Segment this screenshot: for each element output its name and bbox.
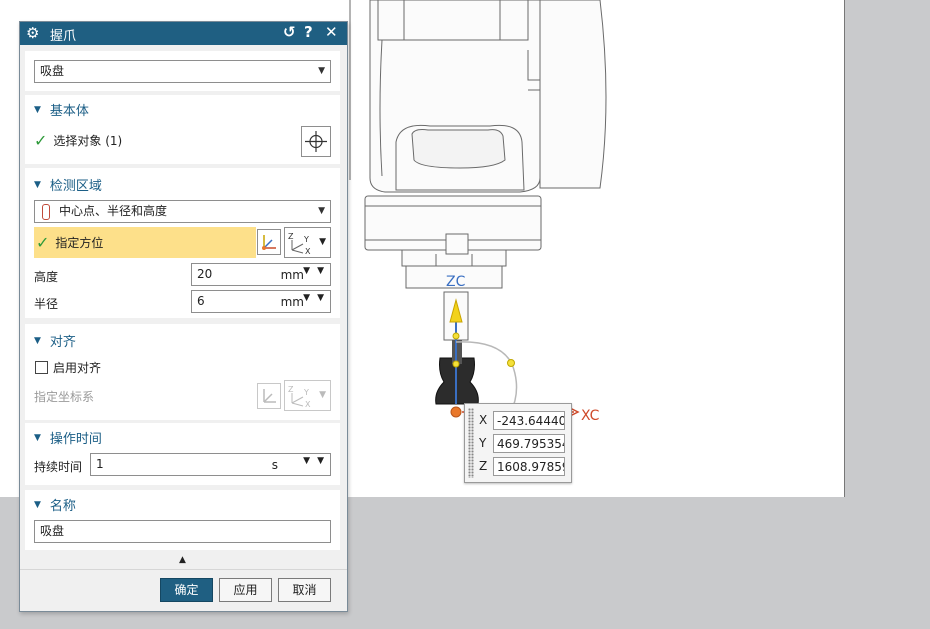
align-section: ▼ 对齐 启用对齐 指定坐标系 Z Y X ▼ (25, 324, 340, 420)
collapse-triangle-icon: ▼ (34, 335, 41, 346)
checkmark-icon: ✓ (34, 131, 48, 150)
coord-z-input[interactable]: 1608.97859 (493, 456, 565, 476)
csys-dialog-button-disabled[interactable] (257, 383, 281, 409)
cancel-button[interactable]: 取消 (278, 578, 331, 602)
axis-label-xc: XC (581, 408, 600, 424)
collapse-dialog-toggle[interactable]: ▲ (25, 553, 340, 568)
apply-button[interactable]: 应用 (219, 578, 272, 602)
section-title-align: 对齐 (49, 335, 76, 350)
collapse-triangle-icon: ▼ (34, 432, 41, 443)
gripper-type-value: 吸盘 (40, 64, 65, 78)
gripper-type-select[interactable]: 吸盘 ▼ (34, 60, 331, 83)
popup-drag-handle[interactable] (468, 408, 474, 478)
unit-chevron-down-icon[interactable]: ▼ (303, 456, 310, 466)
specify-csys-label: 指定坐标系 (34, 390, 95, 404)
csys-type-dropdown[interactable]: Z Y X ▼ (284, 227, 331, 258)
radius-unit: mm (280, 295, 304, 309)
detect-mode-select[interactable]: 中心点、半径和高度 ▼ (34, 200, 331, 223)
svg-text:X: X (305, 400, 311, 409)
height-value: 20 (197, 267, 213, 281)
chevron-up-icon: ▲ (179, 555, 186, 565)
detect-region-section: ▼ 检测区域 中心点、半径和高度 ▼ ✓ 指定方位 Z Y X ▼ 高度 20 … (25, 168, 340, 318)
select-object-button[interactable] (301, 126, 331, 157)
type-card: 吸盘 ▼ (25, 51, 340, 91)
svg-text:Y: Y (303, 235, 309, 244)
xyz-axes-icon: Z Y X (288, 385, 311, 409)
duration-unit: s (271, 458, 278, 472)
crosshair-icon (305, 131, 327, 152)
coord-x-input[interactable]: -243.64440 (493, 410, 565, 430)
chevron-down-icon: ▼ (318, 66, 325, 76)
section-header-operation-time[interactable]: ▼ 操作时间 (34, 428, 102, 447)
coordinate-input-popup: X -243.64440 Y 469.795354 Z 1608.97859 (464, 403, 572, 483)
dialog-titlebar[interactable]: ⚙ 握爪 ↺ ? ✕ (20, 22, 347, 45)
csys-type-dropdown-disabled[interactable]: Z Y X ▼ (284, 380, 331, 411)
name-section: ▼ 名称 吸盘 (25, 490, 340, 550)
unit-chevron-down-icon[interactable]: ▼ (303, 293, 310, 303)
section-title-detect-region: 检测区域 (49, 179, 102, 194)
chevron-down-icon[interactable]: ▼ (317, 293, 324, 303)
svg-text:Z: Z (288, 232, 294, 241)
collapse-triangle-icon: ▼ (34, 499, 41, 510)
close-icon[interactable]: ✕ (325, 23, 338, 41)
duration-input[interactable]: 1 s ▼ ▼ (90, 453, 331, 476)
section-header-detect-region[interactable]: ▼ 检测区域 (34, 175, 102, 194)
enable-align-checkbox[interactable] (35, 361, 48, 374)
footer-divider (20, 569, 347, 570)
detect-mode-value: 中心点、半径和高度 (59, 204, 168, 218)
name-input[interactable]: 吸盘 (34, 520, 331, 543)
csys-dialog-button[interactable] (257, 229, 281, 255)
chevron-down-icon[interactable]: ▼ (317, 456, 324, 466)
collapse-triangle-icon: ▼ (34, 179, 41, 190)
height-input[interactable]: 20 mm ▼ ▼ (191, 263, 331, 286)
section-title-base-body: 基本体 (49, 104, 89, 119)
chevron-down-icon: ▼ (318, 206, 325, 216)
axis-label-zc: ZC (446, 274, 466, 290)
svg-text:X: X (305, 247, 311, 256)
duration-label: 持续时间 (34, 460, 83, 474)
section-title-operation-time: 操作时间 (49, 432, 102, 447)
csys-dialog-icon (262, 235, 276, 250)
select-object-label[interactable]: 选择对象 (1) (53, 132, 122, 149)
coord-z-label: Z (479, 459, 488, 473)
reset-icon[interactable]: ↺ (283, 23, 296, 41)
section-header-name[interactable]: ▼ 名称 (34, 495, 76, 514)
chevron-down-icon: ▼ (319, 237, 326, 247)
radius-value: 6 (197, 294, 205, 308)
coord-y-label: Y (479, 436, 487, 450)
chevron-down-icon: ▼ (319, 390, 326, 400)
coord-x-label: X (479, 413, 488, 427)
gear-icon: ⚙ (26, 24, 40, 42)
cylinder-icon (42, 204, 50, 220)
collapse-triangle-icon: ▼ (34, 104, 41, 115)
chevron-down-icon[interactable]: ▼ (317, 266, 324, 276)
gripper-dialog: ⚙ 握爪 ↺ ? ✕ 吸盘 ▼ ▼ 基本体 ✓ 选择对象 (1) ▼ 检测区域 … (19, 21, 348, 612)
viewport-border (844, 0, 845, 497)
help-icon[interactable]: ? (304, 23, 313, 41)
section-title-name: 名称 (49, 499, 76, 514)
unit-chevron-down-icon[interactable]: ▼ (303, 266, 310, 276)
operation-time-section: ▼ 操作时间 持续时间 1 s ▼ ▼ (25, 423, 340, 485)
specify-orientation-label: 指定方位 (55, 236, 104, 250)
name-value: 吸盘 (40, 524, 65, 538)
csys-dialog-icon (263, 389, 276, 403)
svg-text:Z: Z (288, 385, 294, 394)
enable-align-label: 启用对齐 (53, 361, 102, 375)
radius-label: 半径 (34, 297, 59, 311)
xyz-axes-icon: Z Y X (288, 232, 311, 256)
specify-orientation-row[interactable]: ✓ 指定方位 (34, 227, 256, 258)
height-unit: mm (280, 268, 304, 282)
section-header-align[interactable]: ▼ 对齐 (34, 331, 76, 350)
svg-text:Y: Y (303, 388, 309, 397)
height-label: 高度 (34, 270, 59, 284)
base-body-section: ▼ 基本体 ✓ 选择对象 (1) (25, 95, 340, 164)
coord-y-input[interactable]: 469.795354 (493, 433, 565, 453)
checkmark-icon: ✓ (36, 233, 50, 252)
duration-value: 1 (96, 457, 104, 471)
radius-input[interactable]: 6 mm ▼ ▼ (191, 290, 331, 313)
dialog-title: 握爪 (50, 29, 77, 44)
ok-button[interactable]: 确定 (160, 578, 213, 602)
section-header-base-body[interactable]: ▼ 基本体 (34, 100, 89, 119)
